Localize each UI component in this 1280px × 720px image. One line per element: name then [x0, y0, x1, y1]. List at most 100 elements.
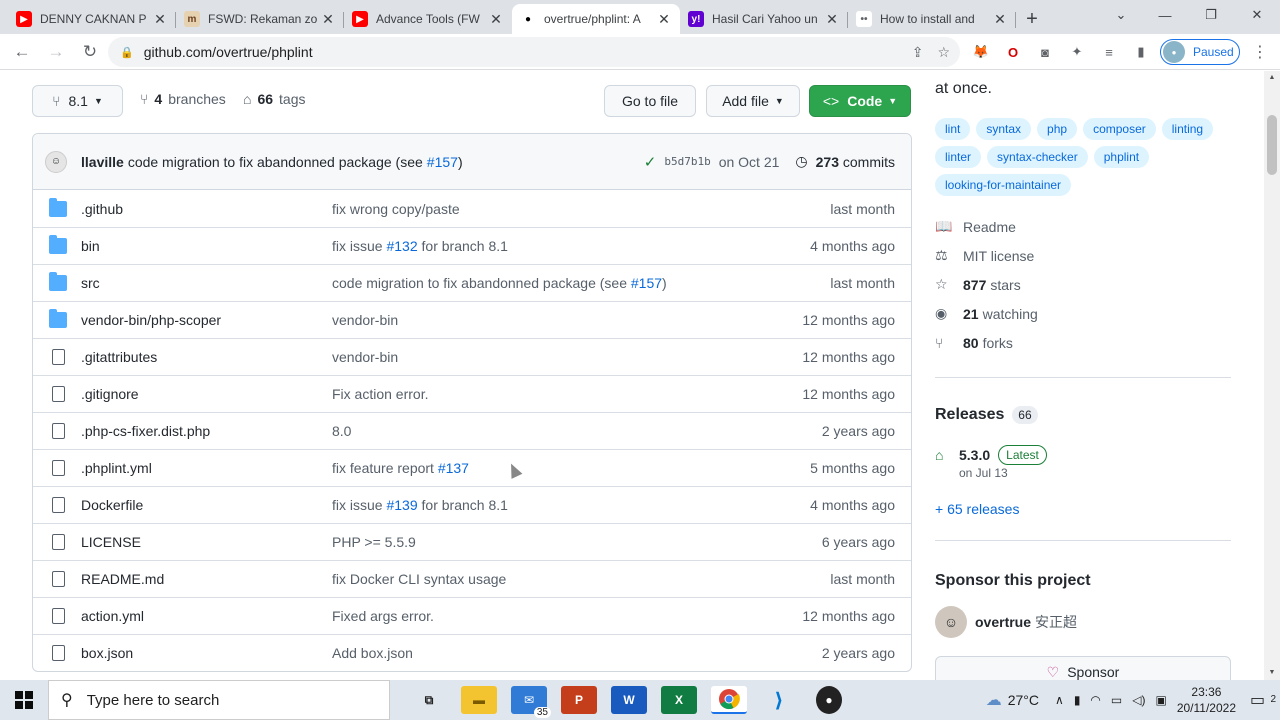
tray-overflow-icon[interactable]: ∧: [1055, 693, 1064, 707]
topic-tag[interactable]: composer: [1083, 118, 1156, 140]
tab-close-icon[interactable]: ✕: [824, 11, 840, 28]
file-name-link[interactable]: .gitattributes: [81, 349, 157, 365]
browser-tab[interactable]: ▶ Advance Tools (FW ✕: [344, 4, 512, 34]
watching-link[interactable]: ◉ 21 watching: [935, 299, 1231, 328]
minimize-button[interactable]: —: [1142, 0, 1188, 30]
file-commit-message[interactable]: PHP >= 5.5.9: [332, 534, 416, 550]
new-tab-button[interactable]: +: [1016, 4, 1048, 34]
file-commit-message[interactable]: code migration to fix abandonned package…: [332, 275, 667, 291]
start-button[interactable]: [0, 680, 48, 720]
profile-paused-button[interactable]: ● Paused: [1160, 39, 1240, 65]
file-name-link[interactable]: box.json: [81, 645, 133, 661]
file-name-link[interactable]: .gitignore: [81, 386, 139, 402]
file-name-link[interactable]: .phplint.yml: [81, 460, 152, 476]
file-name-link[interactable]: action.yml: [81, 608, 144, 624]
check-icon[interactable]: ✓: [644, 153, 657, 171]
back-button[interactable]: ←: [6, 36, 38, 68]
file-commit-message[interactable]: fix Docker CLI syntax usage: [332, 571, 506, 587]
browser-tab[interactable]: ● overtrue/phplint: A ✕: [512, 4, 680, 34]
browser-tab[interactable]: •• How to install and ✕: [848, 4, 1016, 34]
file-commit-message[interactable]: Fix action error.: [332, 386, 428, 402]
topic-tag[interactable]: linting: [1161, 118, 1214, 140]
readme-link[interactable]: 📖 Readme: [935, 212, 1231, 241]
commit-issue-link[interactable]: #157: [631, 275, 662, 291]
powerpoint-icon[interactable]: P: [561, 686, 597, 714]
scroll-up-arrow[interactable]: ▲: [1264, 71, 1280, 85]
commit-issue-link[interactable]: #157: [427, 154, 458, 170]
file-commit-message[interactable]: fix feature report #137: [332, 460, 469, 476]
stars-link[interactable]: ☆ 877 stars: [935, 270, 1231, 299]
commit-issue-link[interactable]: #139: [386, 497, 417, 513]
file-commit-message[interactable]: Fixed args error.: [332, 608, 434, 624]
mic-icon[interactable]: ▮: [1074, 693, 1081, 707]
latest-release[interactable]: ⌂ 5.3.0 Latest: [935, 445, 1047, 465]
releases-heading[interactable]: Releases: [935, 406, 1004, 423]
file-name-link[interactable]: README.md: [81, 571, 164, 587]
add-file-button[interactable]: Add file ▼: [706, 85, 800, 117]
topic-tag[interactable]: looking-for-maintainer: [935, 174, 1072, 196]
tab-close-icon[interactable]: ✕: [488, 11, 504, 28]
forward-button[interactable]: →: [40, 36, 72, 68]
file-commit-message[interactable]: vendor-bin: [332, 312, 398, 328]
wifi-icon[interactable]: ◠: [1090, 693, 1100, 707]
commit-author-avatar[interactable]: ☺: [45, 150, 67, 173]
notifications-icon[interactable]: ▭ 2: [1250, 690, 1280, 710]
scrollbar-thumb[interactable]: [1267, 115, 1277, 175]
file-name-link[interactable]: Dockerfile: [81, 497, 143, 513]
file-name-link[interactable]: bin: [81, 238, 100, 254]
topic-tag[interactable]: phplint: [1093, 146, 1150, 168]
file-commit-message[interactable]: fix issue #132 for branch 8.1: [332, 238, 508, 254]
topic-tag[interactable]: syntax: [976, 118, 1032, 140]
excel-icon[interactable]: X: [661, 686, 697, 714]
media-queue-icon[interactable]: ≡: [1098, 41, 1120, 63]
sponsor-button[interactable]: ♡ Sponsor: [935, 656, 1231, 680]
license-link[interactable]: ⚖ MIT license: [935, 241, 1231, 270]
commit-author[interactable]: llaville: [81, 154, 124, 170]
file-commit-message[interactable]: vendor-bin: [332, 349, 398, 365]
tab-search-icon[interactable]: ⌄: [1098, 0, 1144, 30]
reload-button[interactable]: ↻: [74, 36, 106, 68]
volume-icon[interactable]: ◁): [1132, 693, 1145, 707]
task-view-icon[interactable]: ⧉: [411, 686, 447, 714]
close-window-button[interactable]: ✕: [1234, 0, 1280, 30]
file-name-link[interactable]: vendor-bin/php-scoper: [81, 312, 221, 328]
commit-sha[interactable]: b5d7b1b: [664, 155, 710, 168]
commit-message[interactable]: code migration to fix abandonned package…: [128, 154, 423, 170]
file-name-link[interactable]: src: [81, 275, 100, 291]
file-commit-message[interactable]: Add box.json: [332, 645, 413, 661]
tab-close-icon[interactable]: ✕: [152, 11, 168, 28]
tab-close-icon[interactable]: ✕: [656, 11, 672, 28]
tab-close-icon[interactable]: ✕: [320, 11, 336, 28]
file-name-link[interactable]: .github: [81, 201, 123, 217]
obs-icon[interactable]: ●: [816, 686, 842, 714]
topic-tag[interactable]: php: [1037, 118, 1078, 140]
code-button[interactable]: <> Code ▼: [809, 85, 911, 117]
scroll-down-arrow[interactable]: ▼: [1264, 666, 1280, 680]
file-name-link[interactable]: .php-cs-fixer.dist.php: [81, 423, 210, 439]
more-releases-link[interactable]: + 65 releases: [935, 501, 1019, 517]
extensions-puzzle-icon[interactable]: ✦: [1066, 41, 1088, 63]
commit-issue-link[interactable]: #137: [438, 460, 469, 476]
tags-link[interactable]: ⌂ 66 tags: [243, 91, 306, 107]
share-icon[interactable]: ⇪: [912, 44, 924, 61]
topic-tag[interactable]: linter: [935, 146, 982, 168]
taskbar-search[interactable]: ⚲ Type here to search: [48, 680, 390, 720]
chrome-icon[interactable]: [711, 686, 747, 714]
clock[interactable]: 23:36 20/11/2022: [1177, 684, 1236, 716]
display-icon[interactable]: ▣: [1155, 693, 1166, 707]
browser-tab[interactable]: y! Hasil Cari Yahoo un ✕: [680, 4, 848, 34]
file-name-link[interactable]: LICENSE: [81, 534, 141, 550]
browser-tab[interactable]: ▶ DENNY CAKNAN P ✕: [8, 4, 176, 34]
topic-tag[interactable]: syntax-checker: [987, 146, 1088, 168]
browser-menu-icon[interactable]: ⋮: [1248, 40, 1272, 64]
battery-icon[interactable]: ▭: [1111, 693, 1122, 707]
camera-icon[interactable]: ◙: [1034, 41, 1056, 63]
page-scrollbar[interactable]: ▲ ▼: [1264, 71, 1280, 680]
browser-tab[interactable]: m FSWD: Rekaman zo ✕: [176, 4, 344, 34]
temperature[interactable]: 27°C: [1008, 692, 1039, 708]
go-to-file-button[interactable]: Go to file: [604, 85, 696, 117]
weather-cloud-icon[interactable]: ☁: [986, 690, 1002, 710]
mail-icon[interactable]: ✉ 35: [511, 686, 551, 718]
commit-issue-link[interactable]: #132: [386, 238, 417, 254]
metamask-icon[interactable]: 🦊: [970, 41, 992, 63]
